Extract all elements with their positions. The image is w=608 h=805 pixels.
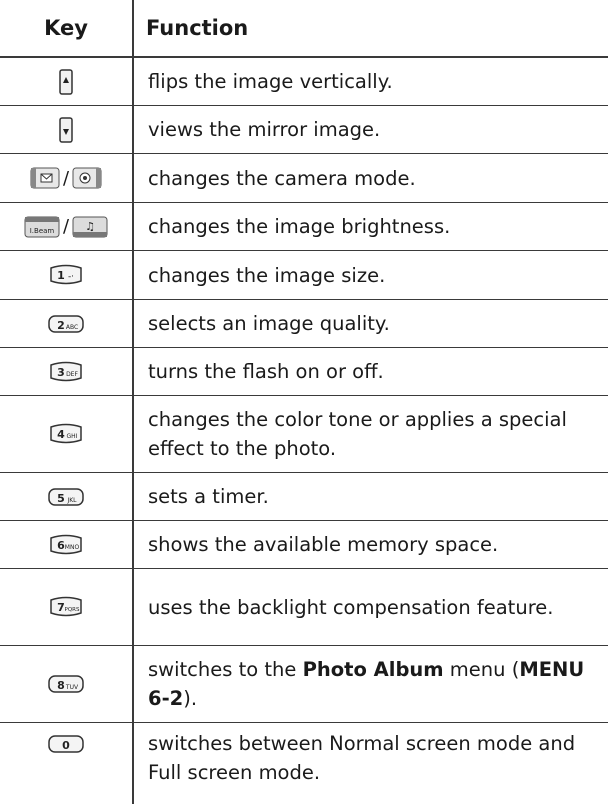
table-row: views the mirror image. [0, 106, 608, 154]
svg-text:1: 1 [57, 269, 65, 282]
beam-key-icon: I.Beam [24, 216, 60, 238]
key-column-header: Key [44, 16, 88, 40]
key-function-table: Key Function flips the image vertically.… [0, 0, 608, 805]
key-4-ghi-icon: 4 GHI [48, 423, 84, 445]
key-8-tuv-icon: 8 TUV [47, 673, 85, 695]
message-soft-key-icon [30, 167, 60, 189]
key-0-icon: 0 [47, 733, 85, 755]
table-row: 7 PQRS uses the backlight compensation fe… [0, 569, 608, 646]
volume-up-key-icon [59, 68, 73, 95]
svg-text:DEF: DEF [66, 371, 78, 378]
table-row: 4 GHI changes the color tone or applies a… [0, 396, 608, 473]
table-row: 3 DEF turns the flash on or off. [0, 348, 608, 396]
function-text: changes the image brightness. [148, 215, 451, 238]
svg-text:5: 5 [57, 492, 65, 505]
svg-text:♫: ♫ [85, 220, 95, 233]
svg-text:ABC: ABC [66, 324, 78, 331]
table-row: 6 MNO shows the available memory space. [0, 521, 608, 569]
table-header: Key Function [0, 0, 608, 58]
function-text: flips the image vertically. [148, 70, 393, 93]
svg-text:GHI: GHI [67, 433, 78, 440]
key-3-def-icon: 3 DEF [48, 361, 84, 383]
svg-text:MNO: MNO [65, 544, 80, 551]
photo-album-menu-name: Photo Album [302, 658, 444, 681]
svg-text:0: 0 [62, 739, 70, 752]
function-text: switches to the Photo Album menu (MENU 6… [148, 658, 585, 710]
function-text: views the mirror image. [148, 118, 381, 141]
function-text: turns the flash on or off. [148, 360, 384, 383]
table-row: I.Beam / ♫ changes the image brightness. [0, 203, 608, 251]
svg-text:PQRS: PQRS [65, 607, 80, 613]
function-text: selects an image quality. [148, 312, 390, 335]
svg-text:I.Beam: I.Beam [30, 227, 55, 235]
svg-text:2: 2 [57, 319, 65, 332]
music-key-icon: ♫ [72, 216, 108, 238]
svg-text:TUV: TUV [65, 684, 79, 691]
function-column-header: Function [146, 16, 249, 40]
key-6-mno-icon: 6 MNO [48, 534, 84, 556]
function-text: sets a timer. [148, 485, 269, 508]
svg-text:-·: -· [68, 272, 74, 282]
table-row: 5 JKL sets a timer. [0, 473, 608, 521]
table-row: 2 ABC selects an image quality. [0, 300, 608, 348]
svg-text:3: 3 [57, 366, 65, 379]
key-separator: / [62, 216, 70, 237]
function-text: shows the available memory space. [148, 533, 499, 556]
svg-text:4: 4 [57, 428, 65, 441]
function-text: uses the backlight compensation feature. [148, 595, 554, 619]
table-row: / changes the camera mode. [0, 154, 608, 203]
function-text: changes the color tone or applies a spec… [148, 408, 567, 460]
volume-down-key-icon [59, 116, 73, 143]
table-row: flips the image vertically. [0, 58, 608, 106]
table-row: 1 -· changes the image size. [0, 251, 608, 300]
key-separator: / [62, 167, 70, 189]
table-row: 0 switches between Normal screen mode an… [0, 723, 608, 805]
phonebook-soft-key-icon [72, 167, 102, 189]
key-1-icon: 1 -· [48, 264, 84, 286]
function-text: changes the camera mode. [148, 166, 416, 190]
key-2-abc-icon: 2 ABC [47, 313, 85, 335]
function-text: switches between Normal screen mode and … [148, 732, 576, 784]
key-5-jkl-icon: 5 JKL [47, 486, 85, 508]
svg-text:JKL: JKL [66, 497, 77, 504]
key-7-pqrs-icon: 7 PQRS [48, 596, 84, 618]
function-text: changes the image size. [148, 263, 386, 287]
svg-text:8: 8 [57, 679, 65, 692]
table-row: 8 TUV switches to the Photo Album menu (M… [0, 646, 608, 723]
